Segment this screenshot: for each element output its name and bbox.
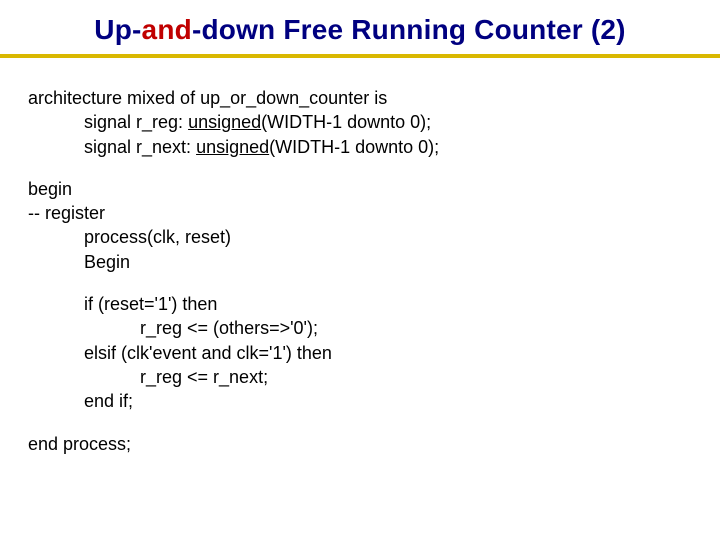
arch-line: architecture mixed of up_or_down_counter… (28, 86, 692, 110)
signal-rreg-pre: signal r_reg: (84, 112, 188, 132)
slide: Up-and-down Free Running Counter (2) arc… (0, 0, 720, 540)
comment-line: -- register (28, 201, 692, 225)
title-suffix: -down Free Running Counter (2) (192, 14, 626, 45)
title-highlight: and (142, 14, 192, 45)
signal-rreg-post: (WIDTH-1 downto 0); (261, 112, 431, 132)
signal-rnext-pre: signal r_next: (84, 137, 196, 157)
if-block: if (reset='1') then r_reg <= (others=>'0… (28, 292, 692, 413)
if-line: if (reset='1') then (28, 292, 692, 316)
slide-title: Up-and-down Free Running Counter (2) (0, 14, 720, 46)
code-body: architecture mixed of up_or_down_counter… (28, 86, 692, 456)
process-line: process(clk, reset) (28, 225, 692, 249)
title-prefix: Up- (94, 14, 141, 45)
elsif-line: elsif (clk'event and clk='1') then (28, 341, 692, 365)
endif-line: end if; (28, 389, 692, 413)
title-underline (0, 54, 720, 58)
process-begin-line: Begin (28, 250, 692, 274)
signal-rreg-line: signal r_reg: unsigned(WIDTH-1 downto 0)… (28, 110, 692, 134)
begin-line: begin (28, 177, 692, 201)
arch-block: architecture mixed of up_or_down_counter… (28, 86, 692, 159)
signal-rnext-type: unsigned (196, 137, 269, 157)
next-assign-line: r_reg <= r_next; (28, 365, 692, 389)
signal-rnext-post: (WIDTH-1 downto 0); (269, 137, 439, 157)
begin-block: begin -- register process(clk, reset) Be… (28, 177, 692, 274)
reset-assign-line: r_reg <= (others=>'0'); (28, 316, 692, 340)
endprocess-line: end process; (28, 432, 692, 456)
signal-rreg-type: unsigned (188, 112, 261, 132)
signal-rnext-line: signal r_next: unsigned(WIDTH-1 downto 0… (28, 135, 692, 159)
